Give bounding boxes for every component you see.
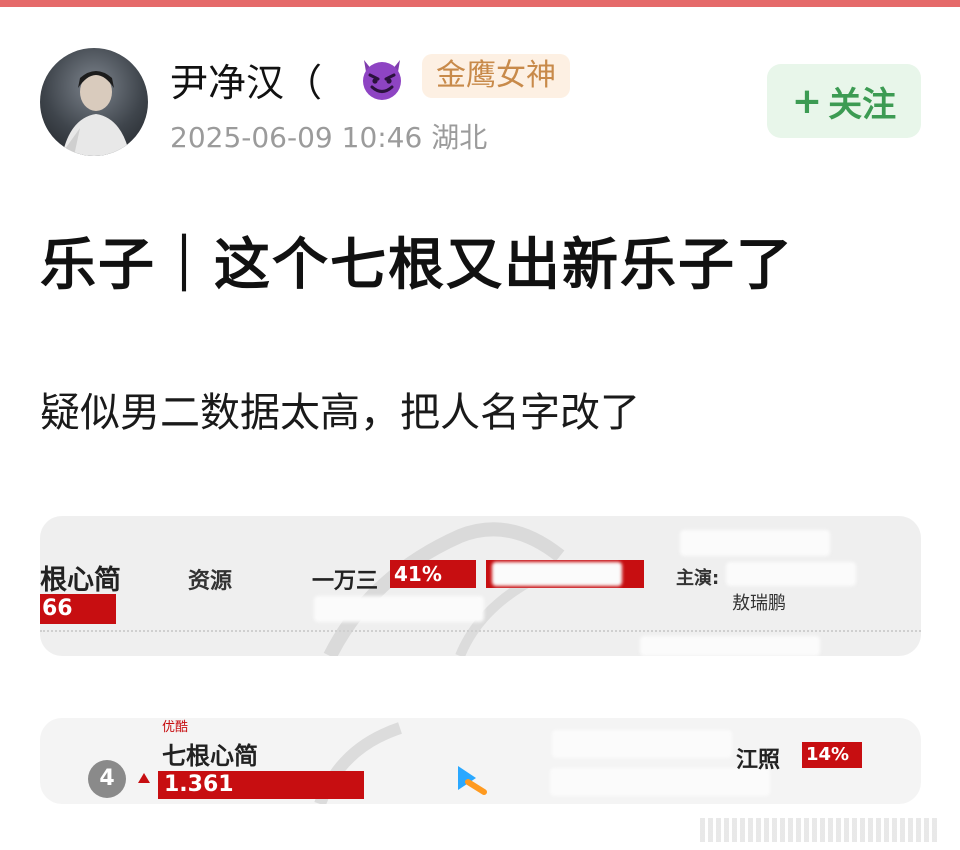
blur-mask — [552, 730, 732, 758]
value-bar: 1.361 — [158, 771, 364, 799]
top-accent-bar — [0, 0, 960, 7]
post-meta: 2025-06-09 10:46 湖北 — [170, 116, 487, 156]
follow-button[interactable]: + 关注 — [767, 64, 921, 138]
cast-name: 敖瑞鹏 — [732, 593, 786, 614]
rank-badge: 4 — [88, 760, 126, 798]
youku-logo-icon — [458, 766, 487, 795]
category-label: 资源 — [188, 569, 233, 594]
user-badge: 金鹰女神 — [422, 54, 570, 98]
post-location: 湖北 — [431, 121, 488, 154]
percent-badge: 41% — [390, 560, 476, 588]
level-label: 一万三 — [312, 569, 379, 594]
show-title: 七根心简 — [162, 742, 258, 770]
actor-name: 江照 — [736, 748, 781, 773]
score-bar: 66 — [40, 594, 116, 624]
plus-icon: + — [791, 80, 823, 122]
blur-mask — [492, 562, 622, 586]
blur-mask — [680, 530, 830, 556]
cast-label: 主演: — [676, 568, 720, 589]
post-body: 疑似男二数据太高，把人名字改了 — [40, 390, 640, 436]
post-title: 乐子｜这个七根又出新乐子了 — [40, 233, 794, 298]
blur-mask — [726, 562, 856, 586]
blur-mask — [640, 636, 820, 656]
smiling-devil-icon — [363, 60, 401, 100]
show-title: 根心简 — [40, 565, 121, 596]
percent-badge: 14% — [802, 742, 862, 768]
platform-label: 优酷 — [162, 720, 189, 735]
dotted-divider — [40, 630, 921, 634]
blur-mask — [314, 596, 484, 622]
watermark — [700, 818, 940, 842]
follow-label: 关注 — [828, 84, 897, 125]
author-name[interactable]: 尹净汉（ — [170, 52, 322, 107]
up-arrow-icon — [138, 773, 150, 783]
embedded-screenshot-2[interactable]: 优酷 4 七根心简 1.361 江照 14% — [40, 718, 921, 804]
embedded-screenshot-1[interactable]: 根心简 66 资源 一万三 41% 主演: 敖瑞鹏 — [40, 516, 921, 656]
post-timestamp: 2025-06-09 10:46 — [170, 121, 423, 154]
avatar[interactable] — [40, 48, 148, 156]
